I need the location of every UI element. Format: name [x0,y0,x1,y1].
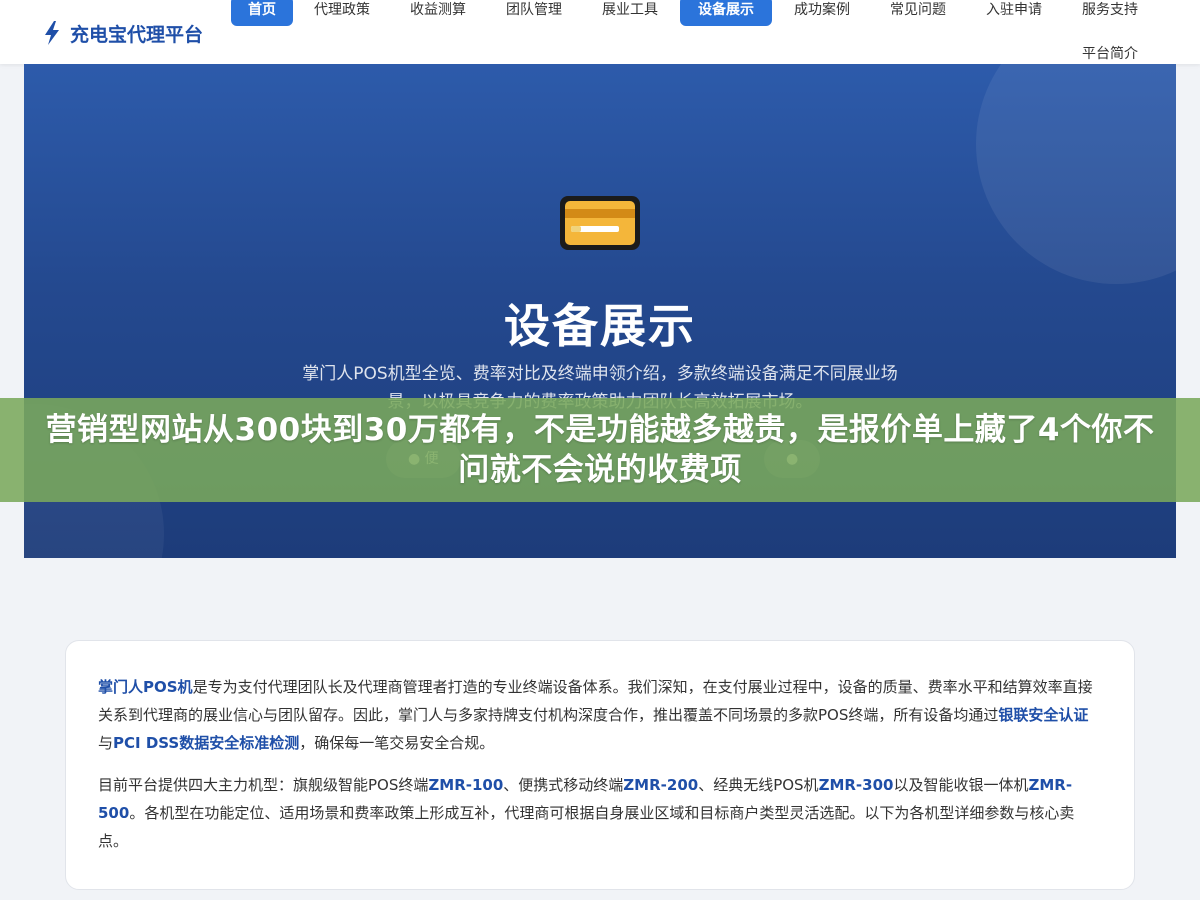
nav-faq[interactable]: 常见问题 [876,0,960,26]
banner-text: 营销型网站从300块到30万都有，不是功能越多越贵，是报价单上藏了4个你不问就不… [45,412,1155,488]
nav-home[interactable]: 首页 [231,0,293,26]
site-logo[interactable]: 充电宝代理平台 [42,18,203,48]
intro-card: 掌门人POS机是专为支付代理团队长及代理商管理者打造的专业终端设备体系。我们深知… [65,640,1135,890]
model-zmr-300: ZMR-300 [818,776,894,794]
text-span: 以及智能收银一体机 [893,776,1029,794]
text-span: ，确保每一笔交易安全合规。 [299,734,495,752]
model-zmr-200: ZMR-200 [623,776,699,794]
nav-device-showcase[interactable]: 设备展示 [680,0,772,26]
model-zmr-100: ZMR-100 [428,776,504,794]
intro-paragraph-2: 目前平台提供四大主力机型：旗舰级智能POS终端ZMR-100、便携式移动终端ZM… [98,771,1102,855]
text-span: 、便携式移动终端 [503,776,624,794]
brand-name: 掌门人POS机 [98,678,193,696]
intro-paragraph-1: 掌门人POS机是专为支付代理团队长及代理商管理者打造的专业终端设备体系。我们深知… [98,673,1102,757]
text-span: 目前平台提供四大主力机型：旗舰级智能POS终端 [98,776,429,794]
highlight-pci-dss: PCI DSS数据安全标准检测 [113,734,300,752]
nav-agent-policy[interactable]: 代理政策 [300,0,384,26]
decorative-circle [976,64,1176,284]
nav-apply[interactable]: 入驻申请 [972,0,1056,26]
nav-business-tools[interactable]: 展业工具 [588,0,672,26]
nav-income-calc[interactable]: 收益测算 [396,0,480,26]
nav-success-cases[interactable]: 成功案例 [780,0,864,26]
nav-service-support[interactable]: 服务支持 [1068,0,1152,26]
top-navbar: 充电宝代理平台 首页 代理政策 收益测算 团队管理 展业工具 设备展示 成功案例… [0,0,1200,64]
text-span: 、经典无线POS机 [698,776,819,794]
lightning-bolt-icon [45,21,59,45]
highlight-unionpay-cert: 银联安全认证 [998,706,1089,724]
page-title: 设备展示 [504,299,696,353]
overlay-banner: 营销型网站从300块到30万都有，不是功能越多越贵，是报价单上藏了4个你不问就不… [0,398,1200,502]
text-span: 是专为支付代理团队长及代理商管理者打造的专业终端设备体系。我们深知，在支付展业过… [98,678,1093,724]
logo-text: 充电宝代理平台 [70,23,204,46]
nav-team-management[interactable]: 团队管理 [492,0,576,26]
credit-card-icon [560,196,640,250]
text-span: 。各机型在功能定位、适用场景和费率政策上形成互补，代理商可根据自身展业区域和目标… [98,804,1075,850]
text-span: 与 [98,734,114,752]
